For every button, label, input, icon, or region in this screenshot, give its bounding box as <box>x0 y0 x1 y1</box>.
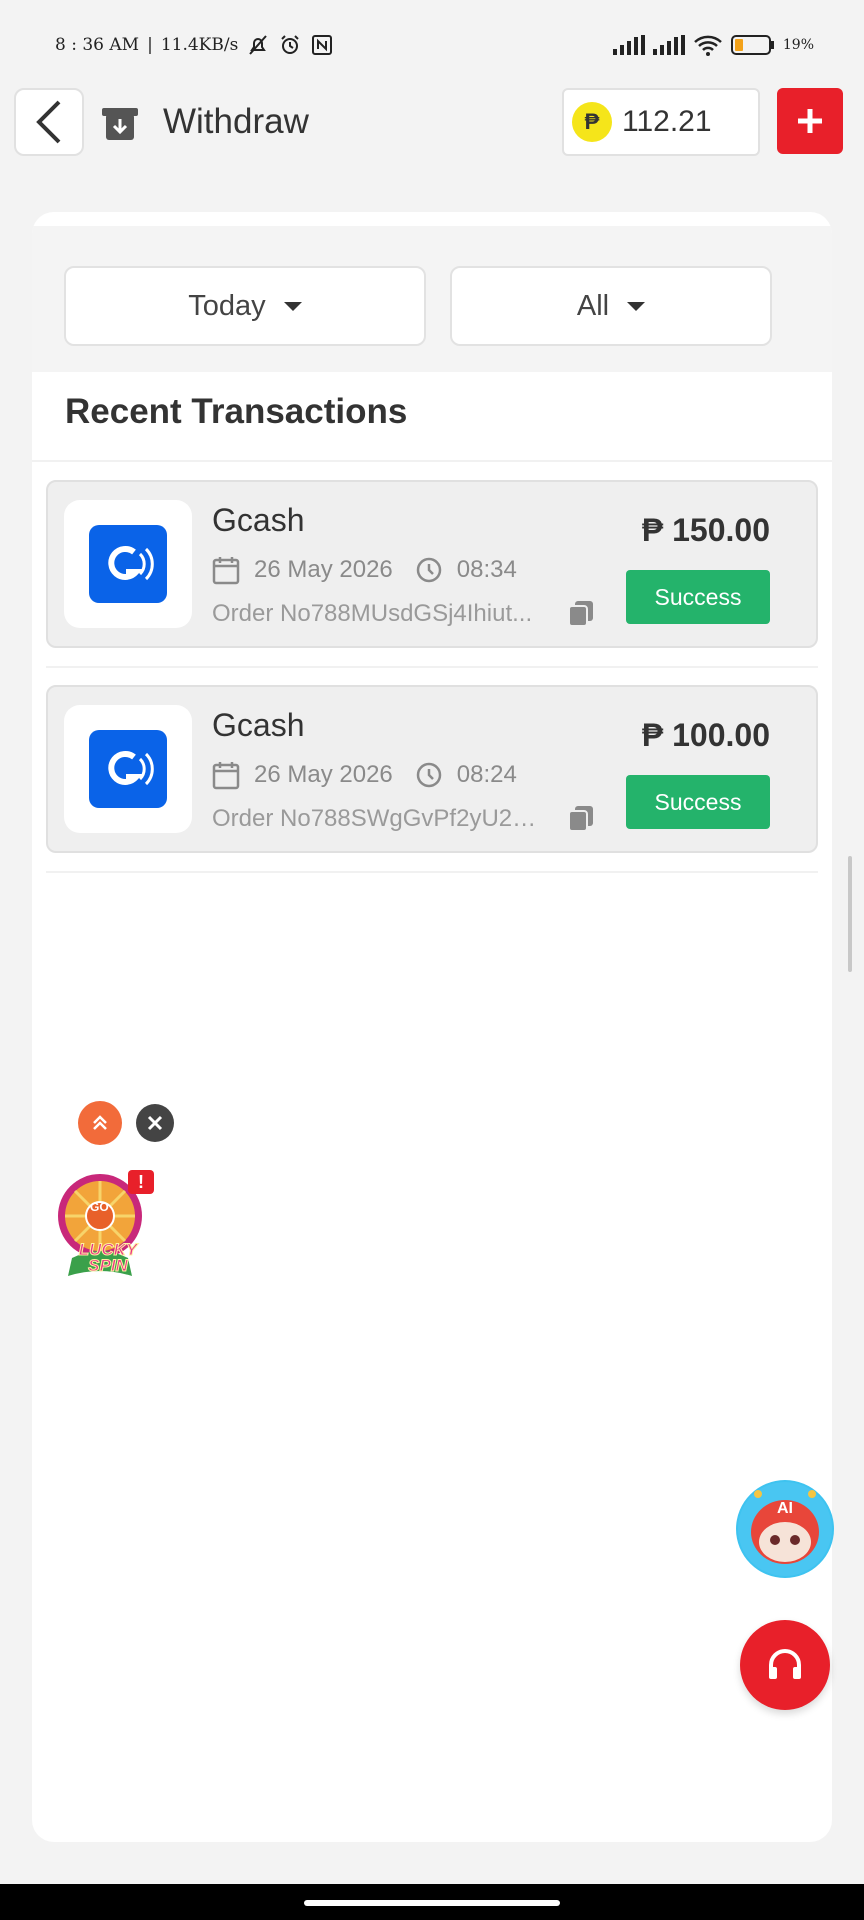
balance-value: 112.21 <box>622 105 712 138</box>
divider <box>46 666 818 668</box>
caret-down-icon <box>627 301 646 311</box>
battery-unit: % <box>800 37 814 53</box>
gcash-logo <box>64 500 192 628</box>
network-speed: 11.4KB/s <box>160 35 239 55</box>
filter-row: Today All <box>32 226 832 372</box>
status-left: 8 : 36 AM | 11.4KB/s <box>55 33 334 57</box>
status-badge: Success <box>626 570 770 624</box>
transaction-date: 26 May 2026 <box>254 556 393 583</box>
bell-off-icon <box>246 33 270 57</box>
date-filter-label: Today <box>188 289 266 322</box>
transaction-datetime: 26 May 2026 08:34 <box>212 554 517 586</box>
notification-badge: ! <box>128 1170 154 1194</box>
chevron-left-icon <box>36 100 61 144</box>
transaction-order-number: Order No788MUsdGSj4Ihiut... <box>212 600 533 627</box>
copy-icon[interactable] <box>566 598 596 633</box>
status-filter-dropdown[interactable]: All <box>450 266 772 346</box>
collapse-widget-button[interactable] <box>78 1101 122 1145</box>
lucky-spin-go: GO <box>90 1200 109 1214</box>
transaction-method: Gcash <box>212 502 305 538</box>
gcash-icon <box>89 525 167 603</box>
status-time: 8 : 36 AM <box>55 35 140 55</box>
calendar-icon <box>212 555 240 585</box>
gcash-logo <box>64 705 192 833</box>
withdraw-icon <box>100 104 140 142</box>
close-icon <box>147 1115 163 1131</box>
transaction-datetime: 26 May 2026 08:24 <box>212 759 517 791</box>
navigation-bar <box>0 1884 864 1920</box>
divider <box>32 460 832 462</box>
ai-assistant-button[interactable]: AI <box>736 1480 834 1578</box>
headset-icon <box>769 1649 801 1679</box>
signal-icon-2 <box>652 35 685 55</box>
transaction-row[interactable]: Gcash 26 May 2026 08:24 Order No788SWgGv… <box>46 685 818 853</box>
gcash-icon <box>89 730 167 808</box>
transaction-amount: ₱ 150.00 <box>641 512 770 548</box>
transaction-method: Gcash <box>212 707 305 743</box>
transaction-amount: ₱ 100.00 <box>641 717 770 753</box>
date-filter-dropdown[interactable]: Today <box>64 266 426 346</box>
add-funds-button[interactable] <box>777 88 843 154</box>
status-filter-label: All <box>576 289 610 322</box>
peso-coin-icon: ₱ <box>572 102 612 142</box>
signal-icon <box>612 35 645 55</box>
copy-icon[interactable] <box>566 803 596 838</box>
close-widget-button[interactable] <box>136 1104 174 1142</box>
transaction-order-number: Order No788SWgGvPf2yU2L... <box>212 805 542 832</box>
status-badge: Success <box>626 775 770 829</box>
transaction-date: 26 May 2026 <box>254 761 393 788</box>
calendar-icon <box>212 760 240 790</box>
alarm-icon <box>278 33 302 57</box>
header: Withdraw ₱ 112.21 <box>0 86 864 158</box>
clock-icon <box>415 556 443 584</box>
lucky-spin-label: LUCKY SPIN <box>78 1240 138 1275</box>
robot-avatar-icon <box>738 1482 832 1576</box>
page-title: Withdraw <box>163 102 309 141</box>
transaction-time: 08:24 <box>456 761 517 788</box>
status-right: 19% <box>612 34 814 56</box>
status-bar: 8 : 36 AM | 11.4KB/s 19% <box>0 0 864 90</box>
customer-support-button[interactable] <box>740 1620 830 1710</box>
double-chevron-up-icon <box>93 1115 107 1130</box>
battery-level: 19 <box>782 37 801 53</box>
nfc-icon <box>310 33 334 57</box>
divider <box>46 871 818 873</box>
transaction-time: 08:34 <box>456 556 517 583</box>
caret-down-icon <box>283 301 302 311</box>
scrollbar[interactable] <box>848 856 852 972</box>
plus-icon <box>798 109 822 133</box>
section-title: Recent Transactions <box>65 392 408 431</box>
back-button[interactable] <box>14 88 84 156</box>
ai-label: AI <box>777 1500 793 1517</box>
battery-icon <box>730 34 775 56</box>
balance-display: ₱ 112.21 <box>562 88 760 156</box>
wifi-icon <box>693 34 723 56</box>
transaction-row[interactable]: Gcash 26 May 2026 08:34 Order No788MUsdG… <box>46 480 818 648</box>
lucky-spin-widget[interactable]: GO LUCKY SPIN ! <box>52 1166 162 1286</box>
clock-icon <box>415 761 443 789</box>
transactions-card: Today All Recent Transactions Gcash 26 M… <box>32 212 832 1842</box>
home-indicator[interactable] <box>304 1900 560 1906</box>
